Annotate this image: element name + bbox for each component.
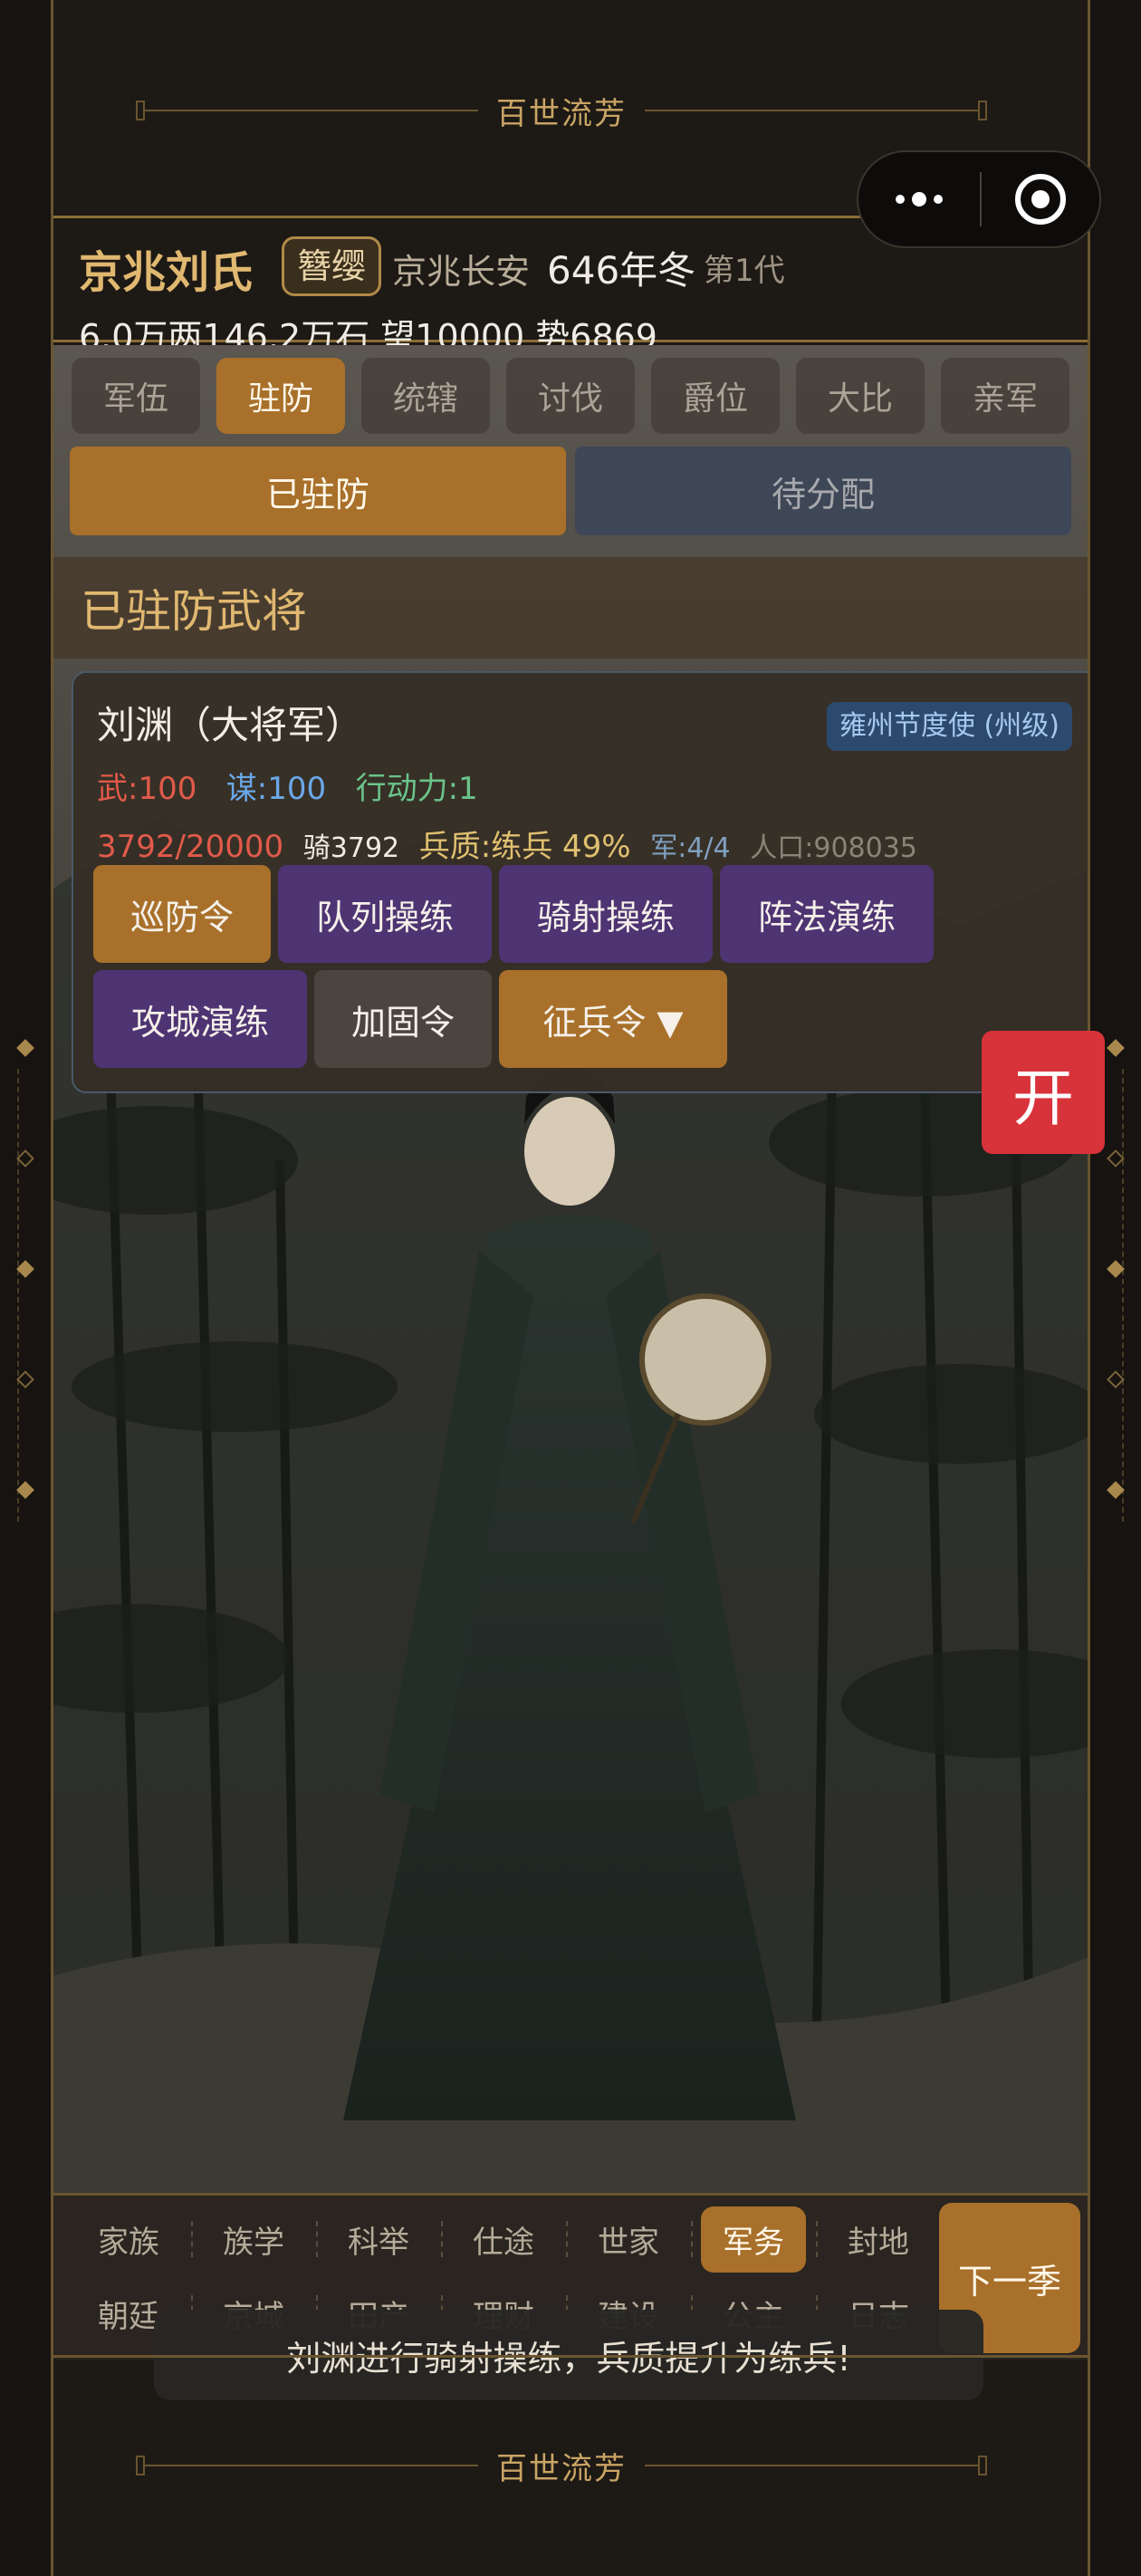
troop-info: 3792/20000 骑3792 兵质:练兵 49% 军:4/4 人口:9080… — [97, 822, 917, 866]
garrison-segment-control: 已驻防 待分配 — [70, 447, 1071, 535]
general-name: 刘渊（大将军） — [97, 703, 364, 747]
nav-row-1: 家族 族学 科举 仕途 世家 军务 封地 — [66, 2205, 941, 2273]
bottom-divider — [53, 2355, 1088, 2358]
mounted-archery-button[interactable]: 骑射操练 — [499, 865, 713, 963]
troop-count: 3792/20000 — [97, 829, 284, 865]
martial-stat: 武:100 — [97, 771, 197, 807]
tab-campaign[interactable]: 讨伐 — [506, 358, 635, 434]
siege-drill-button[interactable]: 攻城演练 — [93, 970, 307, 1068]
open-button[interactable]: 开 — [982, 1031, 1105, 1154]
section-title: 已驻防武将 — [53, 557, 1088, 658]
nav-career[interactable]: 仕途 — [441, 2205, 566, 2273]
segment-pending[interactable]: 待分配 — [575, 447, 1071, 535]
bottom-banner: 百世流芳 — [136, 2447, 987, 2487]
office-badge: 雍州节度使 (州级) — [827, 702, 1072, 751]
tab-guard[interactable]: 亲军 — [941, 358, 1069, 434]
nav-military[interactable]: 军务 — [691, 2205, 816, 2273]
troop-quality: 兵质:练兵 49% — [418, 829, 631, 865]
tab-contest[interactable]: 大比 — [796, 358, 925, 434]
strategy-stat: 谋:100 — [225, 771, 327, 807]
action-points: 行动力:1 — [355, 771, 478, 807]
fortify-order-button[interactable]: 加固令 — [314, 970, 492, 1068]
nav-exam[interactable]: 科举 — [316, 2205, 441, 2273]
patrol-order-button[interactable]: 巡防令 — [93, 865, 271, 963]
military-tabs: 军伍 驻防 统辖 讨伐 爵位 大比 亲军 — [72, 358, 1069, 434]
nav-clan-school[interactable]: 族学 — [191, 2205, 316, 2273]
banner-title-bottom: 百世流芳 — [496, 2450, 627, 2487]
tab-garrison[interactable]: 驻防 — [216, 358, 345, 434]
nav-fief[interactable]: 封地 — [816, 2205, 941, 2273]
date: 646年冬 — [547, 248, 696, 293]
left-ornament — [7, 1039, 43, 1594]
close-miniprogram-icon[interactable] — [982, 174, 1099, 225]
battle-array-button[interactable]: 阵法演练 — [720, 865, 934, 963]
more-menu-icon[interactable] — [858, 192, 980, 207]
clan-name: 京兆刘氏 — [79, 247, 254, 298]
main-content: 军伍 驻防 统辖 讨伐 爵位 大比 亲军 已驻防 待分配 已驻防武将 刘渊（大将… — [53, 345, 1088, 2193]
tab-title[interactable]: 爵位 — [651, 358, 780, 434]
conscription-dropdown[interactable]: 征兵令 ▼ — [499, 970, 727, 1068]
generation: 第1代 — [704, 253, 785, 289]
segment-stationed[interactable]: 已驻防 — [70, 447, 566, 535]
nav-aristocracy[interactable]: 世家 — [566, 2205, 691, 2273]
miniprogram-capsule — [857, 150, 1101, 248]
top-banner: 百世流芳 — [136, 92, 987, 132]
tab-command[interactable]: 统辖 — [361, 358, 490, 434]
location: 京兆长安 — [392, 252, 531, 292]
cavalry-count: 骑3792 — [302, 832, 400, 864]
army-count: 军:4/4 — [650, 832, 731, 864]
general-attributes: 武:100 谋:100 行动力:1 — [97, 764, 478, 808]
nav-family[interactable]: 家族 — [66, 2205, 191, 2273]
banner-title: 百世流芳 — [496, 95, 627, 132]
rank-badge: 簪缨 — [282, 236, 382, 296]
general-card: 刘渊（大将军） 雍州节度使 (州级) 武:100 谋:100 行动力:1 379… — [72, 671, 1088, 1093]
formation-drill-button[interactable]: 队列操练 — [278, 865, 492, 963]
tab-army[interactable]: 军伍 — [72, 358, 200, 434]
population: 人口:908035 — [750, 832, 917, 864]
